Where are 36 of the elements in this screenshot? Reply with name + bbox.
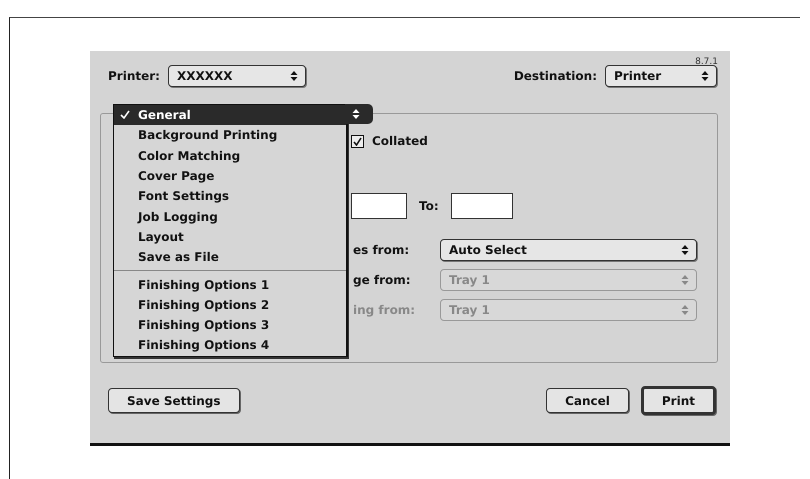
- popup-arrows-icon: [700, 70, 710, 82]
- popup-arrows-icon: [680, 244, 690, 256]
- menu-item[interactable]: Cover Page: [114, 166, 346, 186]
- menu-item[interactable]: Job Logging: [114, 206, 346, 227]
- popup-arrows-icon: [351, 108, 361, 120]
- menu-item[interactable]: Finishing Options 4: [114, 335, 346, 356]
- collated-checkbox[interactable]: [351, 134, 364, 148]
- dialog-button[interactable]: Print: [640, 386, 716, 415]
- dialog-button[interactable]: Cancel: [546, 388, 629, 413]
- menu-item[interactable]: Color Matching: [114, 146, 346, 166]
- version-label: 8.7.1: [695, 57, 718, 67]
- destination-label: Destination:: [514, 69, 597, 83]
- menu-item[interactable]: Finishing Options 3: [114, 314, 346, 336]
- source-label: es from:: [353, 243, 410, 257]
- destination-popup[interactable]: Printer: [605, 65, 717, 87]
- source-label: ge from:: [353, 273, 411, 287]
- menu-item[interactable]: Layout: [114, 226, 346, 248]
- menu-item[interactable]: Background Printing: [114, 125, 346, 146]
- menu-item[interactable]: Finishing Options 2: [114, 294, 346, 315]
- collated-label: Collated: [372, 134, 428, 148]
- dialog-button[interactable]: Save Settings: [108, 388, 240, 413]
- device-select-popup[interactable]: XXXXXX: [168, 65, 306, 87]
- menu-item[interactable]: Save as File: [114, 247, 346, 268]
- popup-arrows-icon: [680, 304, 690, 316]
- source-label: ing from:: [353, 303, 416, 317]
- menu-item[interactable]: Finishing Options 1: [114, 274, 346, 295]
- menu-item[interactable]: General: [114, 105, 346, 126]
- to-label: To:: [419, 199, 439, 213]
- to-field[interactable]: [450, 193, 513, 219]
- printer-label: Printer:: [108, 69, 160, 83]
- checkmark-icon: [120, 110, 130, 120]
- popup-arrows-icon: [680, 274, 690, 286]
- from-field[interactable]: [351, 193, 407, 219]
- popup-arrows-icon: [288, 70, 299, 82]
- source-popup[interactable]: Auto Select: [440, 239, 697, 261]
- menu-item[interactable]: Font Settings: [114, 186, 346, 206]
